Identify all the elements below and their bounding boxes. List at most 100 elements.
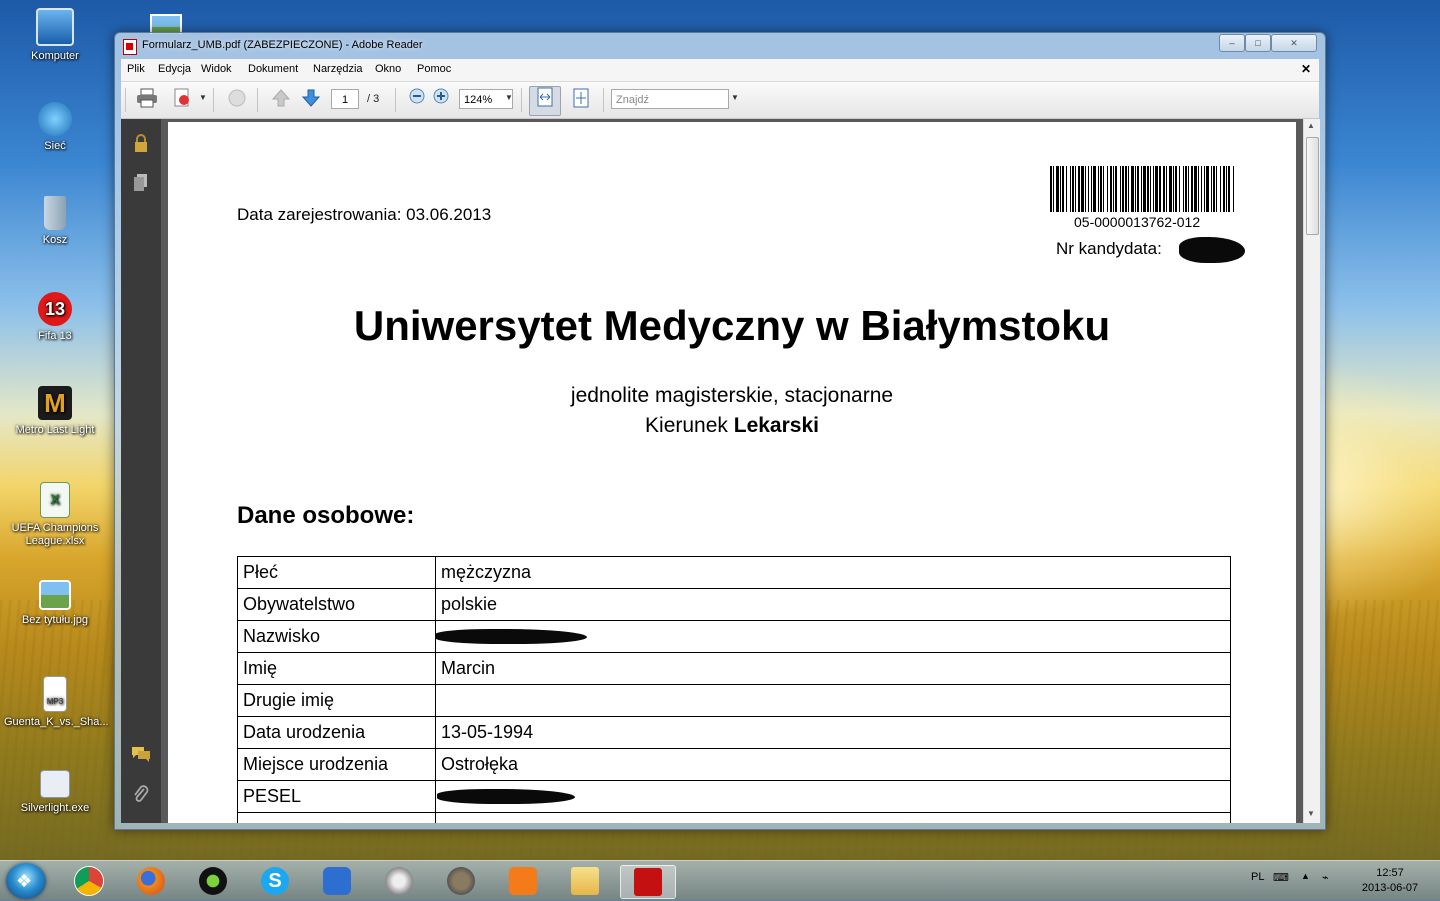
barcode-number: 05-0000013762-012 — [1074, 214, 1201, 230]
print-button[interactable] — [135, 88, 159, 112]
skype-icon: S — [261, 867, 289, 895]
clock[interactable]: 12:57 2013-06-07 — [1355, 866, 1425, 896]
row-value — [435, 812, 1231, 823]
pdf-page: Data zarejestrowania: 03.06.2013 05-0000… — [168, 122, 1296, 823]
desktop-icon-label: Bez tytułu.jpg — [21, 614, 89, 626]
adobe-reader-window: Formularz_UMB.pdf (ZABEZPIECZONE) - Adob… — [114, 32, 1326, 830]
network-tray-icon[interactable]: ⌁ — [1322, 871, 1329, 884]
page-number-input[interactable]: 1 — [331, 89, 359, 109]
row-key: Data urodzenia — [237, 716, 436, 749]
pages-icon[interactable] — [130, 173, 152, 195]
recycle-bin-icon — [44, 196, 66, 230]
collaborate-button[interactable] — [225, 88, 249, 112]
taskbar-firefox[interactable] — [124, 865, 178, 897]
scrollbar-thumb[interactable] — [1306, 137, 1319, 235]
menu-okno[interactable]: Okno — [375, 63, 401, 75]
menu-dokument[interactable]: Dokument — [248, 63, 298, 75]
field-of-study: Kierunek Lekarski — [168, 414, 1296, 438]
vertical-scrollbar[interactable]: ▲ ▼ — [1303, 119, 1320, 823]
field-name: Lekarski — [733, 414, 819, 437]
desktop-icon-mp3-file[interactable]: MP3 Guenta_K_vs._Sha... — [4, 676, 109, 729]
exe-file-icon — [40, 770, 70, 798]
zoom-out-button[interactable] — [405, 88, 429, 112]
globe-icon — [228, 89, 246, 107]
table-row: Nazwisko — [237, 620, 1231, 653]
redaction-mark — [1179, 237, 1245, 263]
fit-width-button[interactable] — [529, 86, 561, 116]
previous-page-button[interactable] — [269, 88, 293, 112]
taskbar-xampp[interactable] — [496, 865, 550, 897]
keyboard-icon[interactable]: ⌨ — [1273, 871, 1289, 884]
desktop-icon-label: Silverlight.exe — [20, 802, 90, 814]
desktop-icon-label: UEFA Champions League.xlsx — [11, 522, 99, 547]
taskbar-malwarebytes[interactable] — [310, 865, 364, 897]
document-close-button[interactable]: ✕ — [1301, 62, 1311, 76]
minimize-button[interactable]: – — [1219, 34, 1245, 52]
network-icon — [38, 102, 72, 136]
registration-date: Data zarejestrowania: 03.06.2013 — [237, 205, 492, 224]
scroll-down-icon[interactable]: ▼ — [1307, 809, 1315, 818]
desktop-icon-label: Sieć — [44, 140, 66, 152]
taskbar-chrome[interactable] — [62, 865, 116, 897]
close-button[interactable]: ✕ — [1271, 34, 1317, 52]
desktop-icon-metro[interactable]: M Metro Last Light — [4, 386, 106, 437]
candidate-number-label: Nr kandydata: — [1056, 239, 1162, 258]
start-button[interactable]: ❖ — [6, 863, 46, 899]
desktop-icon-image-file[interactable]: Bez tytułu.jpg — [4, 580, 106, 627]
taskbar-skype[interactable]: S — [248, 865, 302, 897]
share-button[interactable] — [171, 88, 195, 112]
field-prefix: Kierunek — [645, 414, 728, 437]
menu-plik[interactable]: Plik — [127, 63, 145, 75]
adobe-reader-icon — [634, 868, 662, 896]
scroll-up-icon[interactable]: ▲ — [1307, 121, 1315, 130]
chevron-down-icon[interactable]: ▼ — [505, 93, 513, 102]
next-page-button[interactable] — [299, 88, 323, 112]
page-total: / 3 — [367, 93, 380, 105]
desktop-icon-label: Guenta_K_vs._Sha... — [4, 716, 109, 728]
attachment-icon[interactable] — [130, 785, 152, 807]
row-value — [435, 780, 1231, 813]
taskbar-hexagon-app[interactable] — [372, 865, 426, 897]
taskbar-file-explorer[interactable] — [558, 865, 612, 897]
menu-widok[interactable]: Widok — [201, 63, 232, 75]
desktop-icon-fifa[interactable]: 13 Fifa 13 — [4, 292, 106, 343]
menu-narzedzia[interactable]: Narzędzia — [313, 63, 363, 75]
row-key: Obywatelstwo — [237, 588, 436, 621]
row-value: 13-05-1994 — [435, 716, 1231, 749]
zoom-in-button[interactable] — [429, 88, 453, 112]
row-value — [435, 620, 1231, 653]
desktop-icon-network[interactable]: Sieć — [4, 102, 106, 153]
document-view[interactable]: Data zarejestrowania: 03.06.2013 05-0000… — [161, 119, 1303, 823]
row-value: Marcin — [435, 652, 1231, 685]
desktop-icon-computer[interactable]: Komputer — [4, 8, 106, 63]
tray-expand-icon[interactable]: ▲ — [1301, 871, 1310, 881]
navigation-panel — [121, 119, 161, 823]
chevron-down-icon[interactable]: ▼ — [731, 93, 739, 102]
redaction-mark — [437, 789, 575, 804]
image-file-icon — [150, 14, 182, 34]
menu-pomoc[interactable]: Pomoc — [417, 63, 451, 75]
row-key: Nazwisko — [237, 620, 436, 653]
find-input[interactable]: Znajdź — [611, 89, 729, 109]
desktop-icon-exe-file[interactable]: Silverlight.exe — [4, 770, 106, 815]
toolbar-separator — [521, 88, 522, 112]
window-titlebar[interactable]: Formularz_UMB.pdf (ZABEZPIECZONE) - Adob… — [115, 33, 1325, 59]
table-row: Obywatelstwo polskie — [237, 588, 1231, 621]
taskbar-razer[interactable] — [186, 865, 240, 897]
maximize-button[interactable]: □ — [1245, 34, 1271, 52]
taskbar-gimp[interactable] — [434, 865, 488, 897]
row-value: Ostrołęka — [435, 748, 1231, 781]
comments-icon[interactable] — [130, 745, 152, 767]
full-screen-button[interactable] — [569, 88, 593, 112]
chevron-down-icon[interactable]: ▼ — [199, 93, 207, 102]
toolbar-separator — [603, 88, 604, 112]
desktop-icon-recycle-bin[interactable]: Kosz — [4, 196, 106, 247]
language-indicator[interactable]: PL — [1251, 871, 1264, 883]
desktop-icon-excel-file[interactable]: X UEFA Champions League.xlsx — [4, 482, 106, 548]
row-key: Płeć — [237, 556, 436, 589]
desktop-icon-label: Fifa 13 — [38, 330, 72, 342]
lock-icon[interactable] — [130, 133, 152, 155]
fit-page-icon — [573, 88, 589, 108]
taskbar-adobe-reader[interactable] — [620, 865, 676, 899]
menu-edycja[interactable]: Edycja — [158, 63, 191, 75]
